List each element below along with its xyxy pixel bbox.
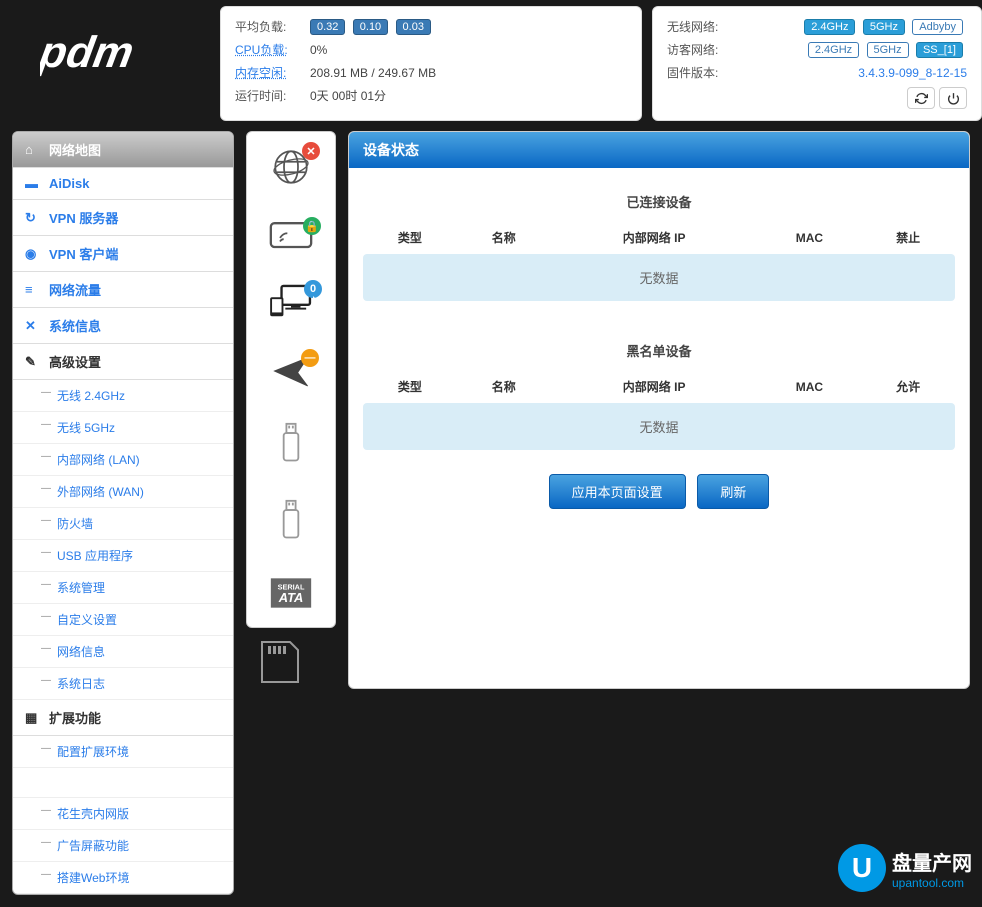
globe-icon: ◉ bbox=[25, 246, 41, 262]
mem-free-value: 208.91 MB / 249.67 MB bbox=[310, 66, 436, 80]
sdcard-icon[interactable] bbox=[258, 638, 302, 689]
home-icon: ⌂ bbox=[25, 142, 41, 157]
connected-devices-title: 已连接设备 bbox=[363, 182, 955, 221]
cpu-load-value: 0% bbox=[310, 43, 327, 57]
clients-count-badge: 0 bbox=[304, 280, 322, 298]
status-dot-ok: 🔒 bbox=[303, 217, 321, 235]
col-header: 允许 bbox=[861, 370, 955, 403]
sata-icon[interactable]: SERIALATA bbox=[269, 576, 313, 613]
col-header: 名称 bbox=[457, 221, 551, 254]
nav-sub-8[interactable]: 网络信息 bbox=[13, 636, 233, 668]
uptime-label: 运行时间: bbox=[235, 87, 310, 104]
status-dot-error: ✕ bbox=[302, 142, 320, 160]
clients-status-icon[interactable]: 0 bbox=[268, 284, 314, 323]
wrench-icon: ✎ bbox=[25, 354, 41, 370]
nav-sub-2[interactable]: 内部网络 (LAN) bbox=[13, 444, 233, 476]
airplane-icon[interactable]: — bbox=[271, 353, 311, 392]
guest-5ghz-badge[interactable]: 5GHz bbox=[867, 42, 909, 58]
nav-sub-3[interactable]: 外部网络 (WAN) bbox=[13, 476, 233, 508]
avg-load-label: 平均负载: bbox=[235, 18, 310, 35]
nav-ext2-1[interactable]: 广告屏蔽功能 bbox=[13, 830, 233, 862]
status-box-system: 平均负载: 0.32 0.10 0.03 CPU负载: 0% 内存空闲: 208… bbox=[220, 6, 642, 121]
cpu-load-label[interactable]: CPU负载: bbox=[235, 41, 310, 58]
vpn-server-icon: ↻ bbox=[25, 210, 41, 226]
apply-button[interactable]: 应用本页面设置 bbox=[549, 474, 686, 509]
nav-ext2-0[interactable]: 花生壳内网版 bbox=[13, 798, 233, 830]
uptime-value: 0天 00时 01分 bbox=[310, 87, 386, 104]
col-header: 类型 bbox=[363, 370, 457, 403]
refresh-icon-button[interactable] bbox=[907, 87, 935, 109]
col-header: 内部网络 IP bbox=[551, 221, 758, 254]
nav-ext-0[interactable]: 配置扩展环境 bbox=[13, 736, 233, 768]
watermark-url: upantool.com bbox=[892, 876, 972, 890]
device-status-panel: 设备状态 已连接设备 类型名称内部网络 IPMAC禁止 无数据 黑名单设备 类型… bbox=[348, 131, 970, 689]
power-icon-button[interactable] bbox=[939, 87, 967, 109]
watermark-text: 盘量产网 bbox=[892, 847, 972, 876]
grid-icon: ▦ bbox=[25, 710, 41, 726]
logo: pdm bbox=[0, 0, 220, 110]
disk-icon: ▬ bbox=[25, 176, 41, 191]
nav-sub-7[interactable]: 自定义设置 bbox=[13, 604, 233, 636]
col-header: 内部网络 IP bbox=[551, 370, 758, 403]
watermark: U 盘量产网 upantool.com bbox=[838, 844, 972, 892]
blacklist-devices-table: 类型名称内部网络 IPMAC允许 无数据 bbox=[363, 370, 955, 450]
status-box-network: 无线网络: 2.4GHz 5GHz Adbyby 访客网络: 2.4GHz 5G… bbox=[652, 6, 982, 121]
col-header: MAC bbox=[758, 221, 862, 254]
list-icon: ≡ bbox=[25, 282, 41, 297]
watermark-logo: U bbox=[838, 844, 886, 892]
firmware-label: 固件版本: bbox=[667, 64, 742, 81]
guest-24ghz-badge[interactable]: 2.4GHz bbox=[808, 42, 859, 58]
nav-network-map[interactable]: ⌂ 网络地图 bbox=[13, 132, 233, 168]
internet-status-icon[interactable]: ✕ bbox=[270, 146, 312, 191]
nav-aidisk[interactable]: ▬AiDisk bbox=[13, 168, 233, 200]
col-header: 类型 bbox=[363, 221, 457, 254]
nav-advanced[interactable]: ✎高级设置 bbox=[13, 344, 233, 380]
nav-sub-0[interactable]: 无线 2.4GHz bbox=[13, 380, 233, 412]
nav-sub-1[interactable]: 无线 5GHz bbox=[13, 412, 233, 444]
device-icon-column: ✕ 🔒 0 — bbox=[246, 131, 336, 628]
load-badge-2: 0.10 bbox=[353, 19, 388, 35]
mem-free-label[interactable]: 内存空闲: bbox=[235, 64, 310, 81]
sidebar: ⌂ 网络地图 ▬AiDisk ↻VPN 服务器 ◉VPN 客户端 ≡网络流量 ✕… bbox=[12, 131, 234, 895]
col-header: 禁止 bbox=[861, 221, 955, 254]
nav-sysinfo[interactable]: ✕系统信息 bbox=[13, 308, 233, 344]
nodata-row: 无数据 bbox=[363, 254, 955, 301]
nav-sub-4[interactable]: 防火墙 bbox=[13, 508, 233, 540]
wifi-5ghz-badge[interactable]: 5GHz bbox=[863, 19, 905, 35]
blacklist-devices-title: 黑名单设备 bbox=[363, 331, 955, 370]
col-header: 名称 bbox=[457, 370, 551, 403]
nav-vpn-client[interactable]: ◉VPN 客户端 bbox=[13, 236, 233, 272]
load-badge-3: 0.03 bbox=[396, 19, 431, 35]
svg-text:ATA: ATA bbox=[278, 590, 303, 605]
panel-title: 设备状态 bbox=[349, 132, 969, 168]
nav-sub-5[interactable]: USB 应用程序 bbox=[13, 540, 233, 572]
svg-text:pdm: pdm bbox=[40, 28, 137, 77]
adbyby-badge[interactable]: Adbyby bbox=[912, 19, 963, 35]
nav-vpn-server[interactable]: ↻VPN 服务器 bbox=[13, 200, 233, 236]
wifi-label: 无线网络: bbox=[667, 18, 742, 35]
ss-badge[interactable]: SS_[1] bbox=[916, 42, 963, 58]
nodata-row: 无数据 bbox=[363, 403, 955, 450]
guest-label: 访客网络: bbox=[667, 41, 742, 58]
wifi-24ghz-badge[interactable]: 2.4GHz bbox=[804, 19, 855, 35]
nav-ext2-2[interactable]: 搭建Web环境 bbox=[13, 862, 233, 894]
shuffle-icon: ✕ bbox=[25, 318, 41, 334]
usb2-icon[interactable] bbox=[279, 499, 303, 546]
status-dot-warning: — bbox=[301, 349, 319, 367]
nav-sub-9[interactable]: 系统日志 bbox=[13, 668, 233, 700]
usb1-icon[interactable] bbox=[279, 422, 303, 469]
firmware-version-link[interactable]: 3.4.3.9-099_8-12-15 bbox=[858, 66, 967, 80]
nav-traffic[interactable]: ≡网络流量 bbox=[13, 272, 233, 308]
connected-devices-table: 类型名称内部网络 IPMAC禁止 无数据 bbox=[363, 221, 955, 301]
load-badge-1: 0.32 bbox=[310, 19, 345, 35]
wireless-status-icon[interactable]: 🔒 bbox=[269, 221, 313, 254]
nav-extensions[interactable]: ▦扩展功能 bbox=[13, 700, 233, 736]
refresh-button[interactable]: 刷新 bbox=[697, 474, 769, 509]
nav-sub-6[interactable]: 系统管理 bbox=[13, 572, 233, 604]
col-header: MAC bbox=[758, 370, 862, 403]
